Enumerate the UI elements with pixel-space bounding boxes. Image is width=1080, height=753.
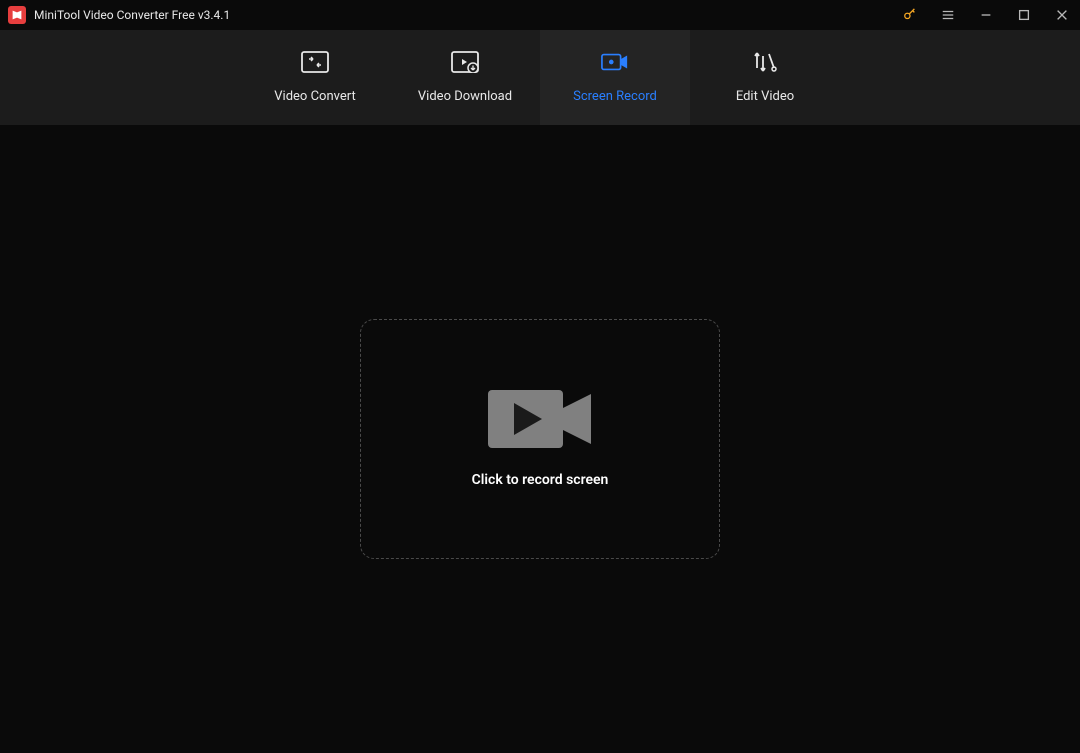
- screen-record-icon: [601, 51, 629, 73]
- main-content: Click to record screen: [0, 125, 1080, 753]
- edit-video-icon: [751, 51, 779, 73]
- tab-label: Screen Record: [573, 89, 657, 104]
- video-convert-icon: [301, 51, 329, 73]
- tab-screen-record[interactable]: Screen Record: [540, 30, 690, 125]
- tab-bar: Video Convert Video Download Screen Reco…: [0, 30, 1080, 125]
- maximize-button[interactable]: [1014, 5, 1034, 25]
- video-download-icon: [451, 51, 479, 73]
- minimize-button[interactable]: [976, 5, 996, 25]
- tab-label: Video Convert: [274, 89, 355, 104]
- tab-edit-video[interactable]: Edit Video: [690, 30, 840, 125]
- key-icon[interactable]: [900, 5, 920, 25]
- app-logo-icon: [8, 6, 26, 24]
- record-prompt-text: Click to record screen: [472, 472, 609, 488]
- tab-video-convert[interactable]: Video Convert: [240, 30, 390, 125]
- titlebar: MiniTool Video Converter Free v3.4.1: [0, 0, 1080, 30]
- tab-video-download[interactable]: Video Download: [390, 30, 540, 125]
- camera-play-icon: [488, 390, 593, 448]
- app-title: MiniTool Video Converter Free v3.4.1: [34, 8, 900, 22]
- tab-label: Edit Video: [736, 89, 794, 104]
- menu-icon[interactable]: [938, 5, 958, 25]
- tab-label: Video Download: [418, 89, 512, 104]
- close-button[interactable]: [1052, 5, 1072, 25]
- record-screen-button[interactable]: Click to record screen: [360, 319, 720, 559]
- window-controls: [900, 5, 1072, 25]
